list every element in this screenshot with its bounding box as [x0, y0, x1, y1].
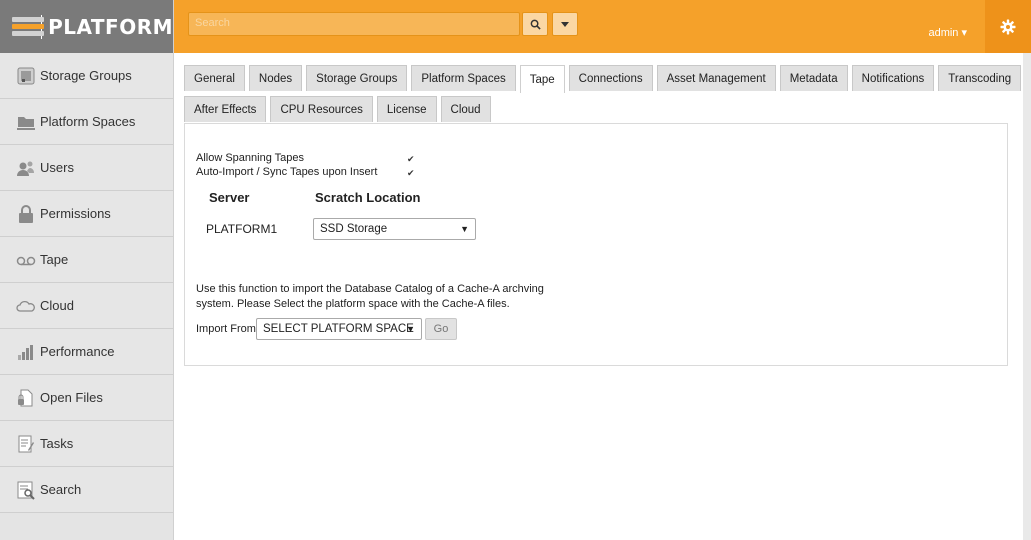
sidebar-item-open-files[interactable]: Open Files	[0, 375, 173, 421]
import-description: Use this function to import the Database…	[196, 283, 544, 310]
select-arrow-icon: ▼	[406, 324, 415, 334]
server-name: PLATFORM1	[206, 222, 278, 236]
logo[interactable]: PLATFORM	[0, 0, 173, 53]
sidebar-item-label: Search	[40, 482, 82, 497]
search-button[interactable]	[522, 12, 548, 36]
scratch-location-value: SSD Storage	[320, 223, 388, 235]
sidebar-item-label: Open Files	[40, 390, 103, 405]
tab-platform-spaces[interactable]: Platform Spaces	[411, 65, 516, 91]
sidebar-item-label: Platform Spaces	[40, 114, 136, 129]
tab-nodes[interactable]: Nodes	[248, 65, 303, 91]
sidebar-item-label: Tape	[40, 252, 69, 267]
auto-import-label: Auto-Import / Sync Tapes upon Insert	[196, 166, 378, 178]
folder-icon	[16, 112, 36, 132]
import-from-select[interactable]: SELECT PLATFORM SPACE ▼	[256, 318, 422, 340]
tape-settings-panel: Allow Spanning Tapes ✔ Auto-Import / Syn…	[184, 123, 1008, 366]
allow-spanning-label: Allow Spanning Tapes	[196, 152, 305, 164]
tab-tape[interactable]: Tape	[519, 65, 565, 93]
tab-metadata[interactable]: Metadata	[779, 65, 848, 91]
tape-icon	[16, 250, 36, 270]
tab-license[interactable]: License	[376, 96, 437, 122]
lock-icon	[16, 204, 36, 224]
tab-cpu-resources[interactable]: CPU Resources	[270, 96, 373, 122]
sidebar-item-label: Tasks	[40, 436, 74, 451]
tab-connections[interactable]: Connections	[568, 65, 653, 91]
sidebar-item-label: Users	[40, 160, 74, 175]
sidebar: PLATFORM Storage Groups Platform Spaces …	[0, 0, 174, 540]
sidebar-item-label: Storage Groups	[40, 68, 132, 83]
allow-spanning-checkbox[interactable]: ✔	[407, 155, 416, 164]
sidebar-item-label: Permissions	[40, 206, 111, 221]
tab-asset-management[interactable]: Asset Management	[656, 65, 776, 91]
tab-cloud[interactable]: Cloud	[440, 96, 491, 122]
import-from-label: Import From	[196, 323, 256, 335]
tab-bar: General Nodes Storage Groups Platform Sp…	[184, 65, 1022, 127]
settings-button[interactable]	[985, 0, 1031, 53]
sidebar-item-search[interactable]: Search	[0, 467, 173, 513]
sidebar-item-label: Cloud	[40, 298, 74, 313]
column-header-server: Server	[209, 190, 250, 205]
sidebar-item-label: Performance	[40, 344, 115, 359]
search-input[interactable]: Search	[188, 12, 520, 36]
top-bar: Search admin ▾	[174, 0, 1031, 53]
search-options-dropdown[interactable]	[552, 12, 578, 36]
sidebar-item-tasks[interactable]: Tasks	[0, 421, 173, 467]
user-menu[interactable]: admin ▾	[928, 26, 967, 39]
open-files-icon	[16, 388, 36, 408]
right-gutter	[1023, 53, 1031, 540]
performance-icon	[16, 342, 36, 362]
tab-general[interactable]: General	[184, 65, 245, 91]
sidebar-item-permissions[interactable]: Permissions	[0, 191, 173, 237]
sidebar-item-cloud[interactable]: Cloud	[0, 283, 173, 329]
magnifier-icon	[530, 19, 541, 30]
tab-notifications[interactable]: Notifications	[851, 65, 935, 91]
gear-icon	[1000, 19, 1016, 34]
import-from-value: SELECT PLATFORM SPACE	[263, 323, 414, 335]
tab-after-effects[interactable]: After Effects	[184, 96, 267, 122]
users-icon	[16, 158, 36, 178]
sidebar-item-users[interactable]: Users	[0, 145, 173, 191]
scratch-location-select[interactable]: SSD Storage ▼	[313, 218, 476, 240]
column-header-scratch-location: Scratch Location	[315, 190, 421, 205]
sidebar-item-platform-spaces[interactable]: Platform Spaces	[0, 99, 173, 145]
sidebar-item-tape[interactable]: Tape	[0, 237, 173, 283]
caret-down-icon	[561, 21, 569, 27]
select-arrow-icon: ▼	[460, 224, 469, 234]
tab-storage-groups[interactable]: Storage Groups	[306, 65, 408, 91]
search-icon	[16, 480, 36, 500]
auto-import-checkbox[interactable]: ✔	[407, 169, 416, 178]
tab-transcoding[interactable]: Transcoding	[938, 65, 1022, 91]
main-content: General Nodes Storage Groups Platform Sp…	[174, 53, 1023, 540]
cloud-icon	[16, 296, 36, 316]
logo-text: PLATFORM	[48, 14, 173, 39]
logo-stack-icon	[12, 16, 44, 38]
tasks-icon	[16, 434, 36, 454]
go-button[interactable]: Go	[425, 318, 457, 340]
sidebar-item-storage-groups[interactable]: Storage Groups	[0, 53, 173, 99]
sidebar-item-performance[interactable]: Performance	[0, 329, 173, 375]
storage-icon	[16, 66, 36, 86]
